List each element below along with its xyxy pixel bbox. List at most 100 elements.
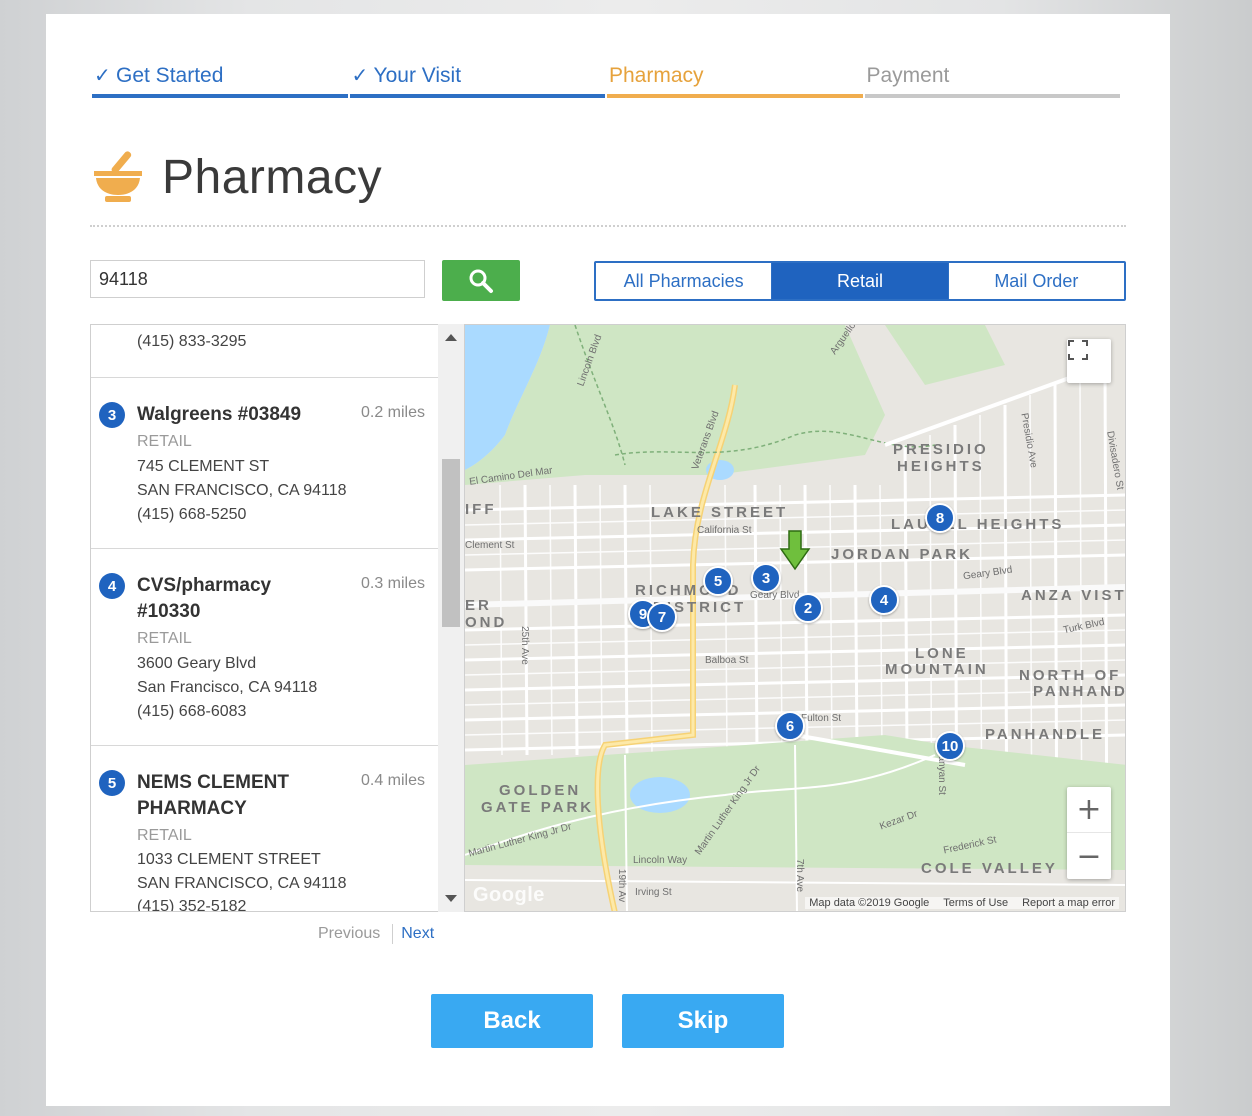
step-label: Your Visit [373,64,462,87]
map-label-cut-iff: IFF [465,501,497,518]
check-icon: ✓ [94,63,111,87]
list-scrollbar[interactable] [438,324,464,912]
pharmacy-phone: (415) 352-5182 [137,898,247,912]
list-item[interactable]: 5 NEMS CLEMENT PHARMACY 0.4 miles RETAIL… [91,746,439,912]
previous-page-link[interactable]: Previous [318,925,392,943]
map-pin-3[interactable]: 3 [751,563,781,593]
scroll-thumb[interactable] [442,459,460,627]
next-page-link[interactable]: Next [393,925,434,943]
map-label-golden: GOLDEN [499,782,582,799]
map-zoom-control: + − [1067,787,1111,879]
map-data-credit: Map data ©2019 Google [809,897,930,909]
map-label-laurel-heights: LAUREL HEIGHTS [891,516,1065,533]
map-fullscreen-button[interactable] [1067,339,1111,383]
pharmacy-card: ✓ Get Started ✓ Your Visit Pharmacy Paymen… [46,14,1170,1106]
map-label-heights: HEIGHTS [897,458,985,475]
map-label-jordan-park: JORDAN PARK [831,546,973,563]
map-pin-2[interactable]: 2 [793,593,823,623]
pharmacy-type: RETAIL [137,630,192,647]
map-label-gate-park: GATE PARK [481,799,595,816]
title-divider [90,225,1126,227]
zoom-in-button[interactable]: + [1067,787,1111,833]
pharmacy-address-line2: SAN FRANCISCO, CA 94118 [137,482,347,499]
street-label: Clement St [465,540,515,551]
pharmacy-name[interactable]: NEMS CLEMENT PHARMACY [137,770,347,822]
pharmacy-distance: 0.2 miles [360,404,425,421]
report-map-error-link[interactable]: Report a map error [1022,897,1115,909]
fullscreen-icon [1068,340,1088,360]
back-button[interactable]: Back [431,994,593,1048]
map-pin-10[interactable]: 10 [935,731,965,761]
pharmacy-name[interactable]: CVS/pharmacy #10330 [137,573,347,625]
pharmacy-map[interactable]: PRESIDIO HEIGHTS LAKE STREET LAUREL HEIG… [464,324,1126,912]
google-logo: Google [473,884,545,906]
zoom-out-button[interactable]: − [1067,833,1111,879]
filter-retail[interactable]: Retail [772,263,949,299]
map-label-cut-ond: OND [465,614,508,631]
pharmacy-distance: 0.4 miles [360,772,425,789]
map-attribution: Map data ©2019 Google Terms of Use Repor… [805,897,1119,909]
map-pin-6[interactable]: 6 [775,711,805,741]
list-pager: Previous Next [318,924,434,944]
step-get-started[interactable]: ✓ Get Started [92,62,348,98]
pharmacy-type: RETAIL [137,433,192,450]
pharmacy-phone: (415) 668-6083 [137,703,247,720]
map-pin-7[interactable]: 7 [647,602,677,632]
pharmacy-name-line1: NEMS CLEMENT [137,772,289,793]
pharmacy-type: RETAIL [137,827,192,844]
list-item[interactable]: 4 CVS/pharmacy #10330 0.3 miles RETAIL 3… [91,549,439,746]
pharmacy-address-line1: 1033 CLEMENT STREET [137,851,321,868]
map-label-lake-street: LAKE STREET [651,504,789,521]
step-label: Payment [866,64,950,87]
street-label: 7th Ave [794,858,806,893]
step-label: Get Started [116,64,224,87]
pharmacy-phone: (415) 833-3295 [137,333,247,350]
street-label: Geary Blvd [750,590,800,601]
map-pin-5[interactable]: 5 [703,566,733,596]
progress-steps: ✓ Get Started ✓ Your Visit Pharmacy Paymen… [92,62,1122,98]
street-label: 25th Ave [518,626,530,665]
step-pharmacy: Pharmacy [607,62,863,98]
map-label-presidio: PRESIDIO [893,441,989,458]
map-label-lone: LONE [915,645,969,662]
street-label: 19th Av [616,868,628,903]
search-button[interactable] [442,260,520,301]
search-icon [469,269,493,293]
page-title: Pharmacy [162,150,383,204]
map-label-panhandle: PANHANDLE [985,726,1106,743]
pharmacy-phone: (415) 668-5250 [137,506,247,523]
map-label-cole-valley: COLE VALLEY [921,860,1058,877]
result-number-badge: 4 [99,573,125,599]
pharmacy-name[interactable]: Walgreens #03849 [137,402,347,428]
check-icon: ✓ [351,63,369,87]
pharmacy-name-line1: CVS/pharmacy [137,575,272,596]
pharmacy-address-line2: SAN FRANCISCO, CA 94118 [137,875,347,892]
step-payment: Payment [864,62,1120,98]
filter-all-pharmacies[interactable]: All Pharmacies [596,263,773,299]
map-label-panhandle-north: PANHANDLE [1033,683,1125,700]
map-label-mountain: MOUNTAIN [885,661,989,678]
pharmacy-address-line1: 745 CLEMENT ST [137,458,270,475]
mortar-pestle-icon [90,147,146,208]
street-label: Fulton St [801,713,842,724]
step-your-visit[interactable]: ✓ Your Visit [349,62,605,98]
pharmacy-address-line2: San Francisco, CA 94118 [137,679,318,696]
pharmacy-name-line2: #10330 [137,601,201,622]
map-pin-8[interactable]: 8 [925,503,955,533]
list-item[interactable]: (415) 833-3295 [91,325,439,378]
pharmacy-name-line2: PHARMACY [137,798,247,819]
scroll-down-arrow-icon[interactable] [445,895,457,902]
pharmacy-address-line1: 3600 Geary Blvd [137,655,257,672]
result-number-badge: 5 [99,770,125,796]
zip-search-input[interactable] [90,260,425,298]
street-label: Irving St [635,887,672,898]
map-pin-4[interactable]: 4 [869,585,899,615]
pharmacy-type-toggle: All Pharmacies Retail Mail Order [594,261,1126,301]
street-label: Lincoln Way [633,855,688,866]
scroll-up-arrow-icon[interactable] [445,334,457,341]
filter-mail-order[interactable]: Mail Order [948,263,1124,299]
terms-of-use-link[interactable]: Terms of Use [943,897,1008,909]
pharmacy-results-list[interactable]: (415) 833-3295 3 Walgreens #03849 0.2 mi… [90,324,464,912]
skip-button[interactable]: Skip [622,994,784,1048]
list-item[interactable]: 3 Walgreens #03849 0.2 miles RETAIL 745 … [91,378,439,549]
